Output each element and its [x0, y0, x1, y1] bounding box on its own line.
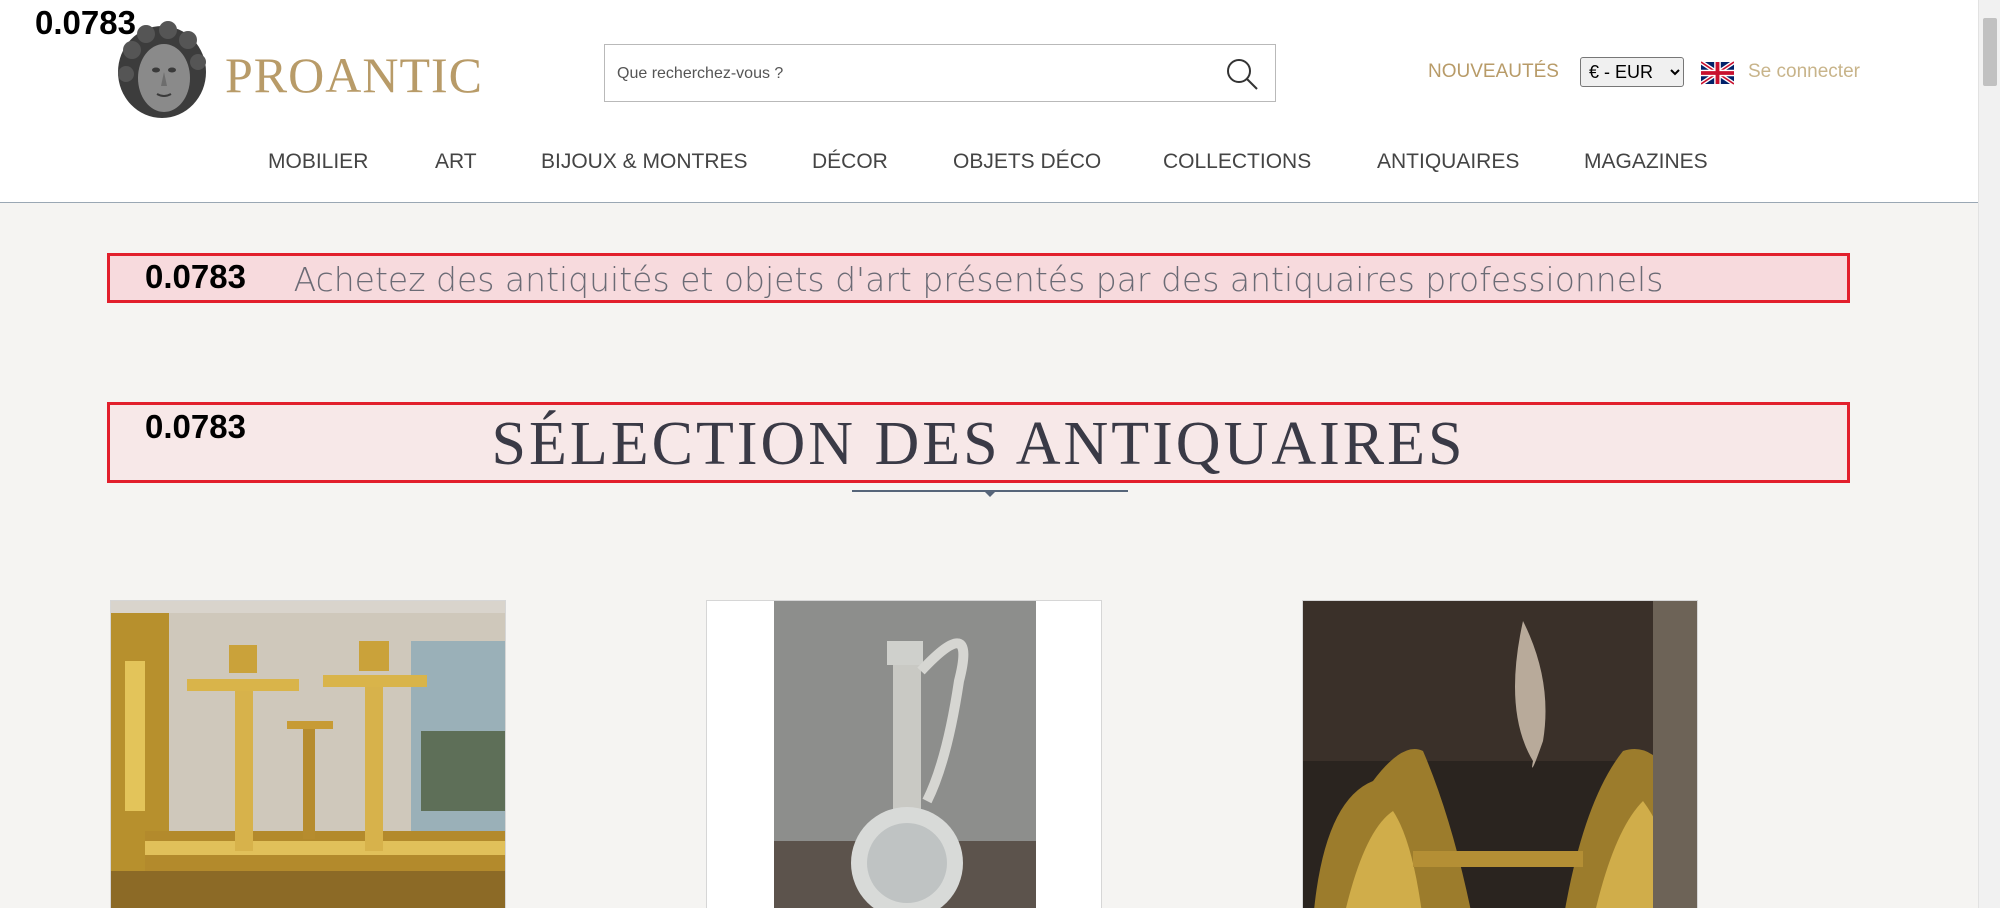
new-arrivals-link[interactable]: NOUVEAUTÉS — [1428, 61, 1559, 83]
logo-wordmark[interactable]: PROANTIC — [225, 46, 483, 104]
nav-item-mobilier[interactable]: MOBILIER — [268, 150, 368, 174]
main-nav: MOBILIER ART BIJOUX & MONTRES DÉCOR OBJE… — [0, 150, 1978, 180]
tagline-banner: Achetez des antiquités et objets d'art p… — [107, 253, 1850, 303]
nav-item-collections[interactable]: COLLECTIONS — [1163, 150, 1311, 174]
silver-crystal-ewer-photo — [707, 601, 1101, 908]
divider-arrow-icon — [983, 490, 997, 497]
search-input[interactable] — [617, 59, 1177, 89]
tagline-text: Achetez des antiquités et objets d'art p… — [293, 260, 1664, 299]
nav-item-magazines[interactable]: MAGAZINES — [1584, 150, 1708, 174]
section-title: SÉLECTION DES ANTIQUAIRES — [491, 410, 1466, 478]
vertical-scrollbar[interactable] — [1978, 0, 2000, 908]
section-score-label: 0.0783 — [145, 408, 246, 445]
search-icon[interactable] — [1223, 55, 1261, 93]
product-card[interactable] — [1302, 600, 1698, 908]
nav-item-bijoux-montres[interactable]: BIJOUX & MONTRES — [541, 150, 748, 174]
banner-score-label: 0.0783 — [145, 258, 246, 295]
currency-select[interactable]: € - EUR — [1580, 57, 1684, 87]
product-card[interactable] — [706, 600, 1102, 908]
login-link[interactable]: Se connecter — [1748, 61, 1860, 83]
score-label: 0.0783 — [35, 4, 136, 41]
section-heading: SÉLECTION DES ANTIQUAIRES 0.0783 — [107, 402, 1850, 483]
nav-item-decor[interactable]: DÉCOR — [812, 150, 888, 174]
product-card[interactable] — [110, 600, 506, 908]
nav-item-art[interactable]: ART — [435, 150, 477, 174]
uk-flag-icon[interactable] — [1699, 60, 1736, 86]
nav-item-antiquaires[interactable]: ANTIQUAIRES — [1377, 150, 1519, 174]
gilt-bronze-andirons-photo — [1303, 601, 1697, 908]
search-box — [604, 44, 1276, 102]
scrollbar-thumb[interactable] — [1983, 18, 1997, 86]
site-header: PROANTIC NOUVEAUTÉS € - EUR Se connecter… — [0, 0, 1978, 203]
gilt-candlesticks-photo — [111, 601, 505, 908]
nav-item-objets-deco[interactable]: OBJETS DÉCO — [953, 150, 1101, 174]
